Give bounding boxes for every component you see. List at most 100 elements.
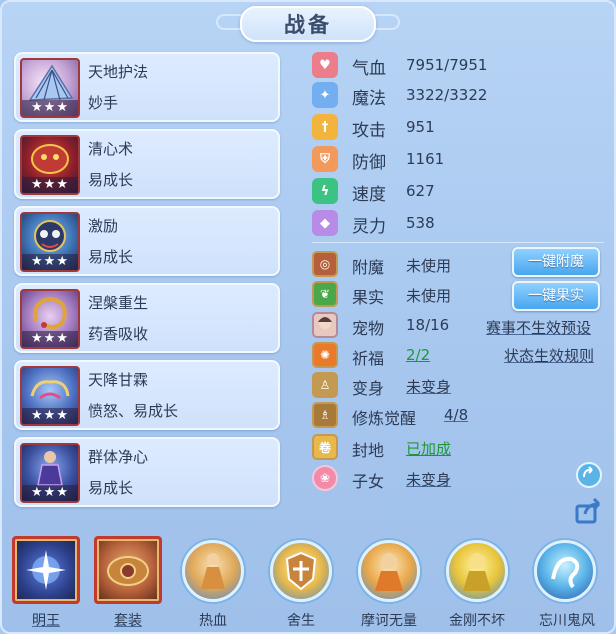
one-click-fruit-button[interactable]: 一键果实 (512, 281, 600, 311)
bottom-skill-label: 明王 (32, 613, 60, 629)
stat-row-hp: ♥ 气血 7951/7951 (308, 51, 608, 81)
stat-label: 魔法 (352, 89, 386, 109)
share-svg (575, 498, 601, 524)
enchant-scroll-icon: ◎ (312, 251, 338, 277)
skill-name: 天降甘霖 (88, 371, 149, 389)
fief-scroll-icon: 卷 (312, 434, 338, 460)
skill-name: 涅槃重生 (88, 294, 149, 312)
monk-icon[interactable] (358, 540, 420, 602)
golden-monk-svg (463, 553, 491, 591)
stat-row-attack: † 攻击 951 (308, 113, 608, 143)
lightning-icon: ϟ (312, 178, 338, 204)
demon-mask-icon-svg (34, 220, 66, 252)
armor-set-icon[interactable] (94, 536, 162, 604)
stat-label: 防御 (352, 153, 386, 173)
extra-row-awaken: ♗ 修炼觉醒 4/8 (308, 401, 608, 429)
demon-mask-icon: ★★★ (20, 212, 80, 272)
skill-stars: ★★★ (22, 177, 78, 193)
cloud-spiral-icon-svg (30, 380, 70, 400)
extra-value[interactable]: 未变身 (406, 469, 451, 490)
bottom-skill-label: 舍生 (287, 613, 315, 629)
fan-feather-icon-svg (28, 64, 74, 101)
heart-icon: ♥ (312, 52, 338, 78)
skill-card[interactable]: ★★★ 群体净心 易成长 (14, 437, 280, 507)
refresh-orb-icon[interactable] (574, 460, 604, 490)
extra-value: 18/16 (406, 316, 450, 334)
bottom-skill-label: 热血 (199, 613, 227, 629)
warrior-svg (201, 553, 225, 589)
pet-portrait-icon (312, 312, 338, 338)
extra-label: 子女 (352, 472, 385, 491)
skill-stars: ★★★ (22, 408, 78, 424)
skill-trait: 药香吸收 (88, 325, 149, 343)
extra-label: 果实 (352, 288, 385, 307)
armor-set-svg (107, 556, 149, 586)
bottom-skill-label: 忘川鬼风 (539, 613, 595, 629)
extra-value[interactable]: 未变身 (406, 376, 451, 397)
shield-icon: ⛨ (312, 146, 338, 172)
extra-label: 变身 (352, 379, 385, 398)
star-orb-icon[interactable] (12, 536, 80, 604)
extra-value: 未使用 (406, 257, 452, 275)
stat-label: 速度 (352, 185, 386, 205)
stat-row-speed: ϟ 速度 627 (308, 177, 608, 207)
skill-trait: 愤怒、易成长 (88, 402, 179, 420)
skill-card[interactable]: ★★★ 涅槃重生 药香吸收 (14, 283, 280, 353)
stat-value: 7951/7951 (406, 56, 488, 74)
extra-row-transform: ♙ 变身 未变身 (308, 371, 608, 399)
mana-crystal-icon: ✦ (312, 82, 338, 108)
spirit-diamond-icon: ◆ (312, 210, 338, 236)
cloud-spiral-icon: ★★★ (20, 366, 80, 426)
title-plate: 战备 (240, 6, 376, 42)
skill-name: 激励 (88, 217, 119, 235)
stat-row-defense: ⛨ 防御 1161 (308, 145, 608, 175)
skill-stars: ★★★ (22, 485, 78, 501)
star-orb-svg (26, 550, 66, 590)
stat-label: 攻击 (352, 121, 386, 141)
stat-label: 灵力 (352, 217, 386, 237)
skill-trait: 易成长 (88, 479, 134, 497)
extra-row-fief: 卷 封地 已加成 (308, 433, 608, 461)
lotus-icon: ❀ (312, 465, 338, 491)
cross-shield-svg (285, 551, 317, 591)
bottom-skill-label: 套装 (114, 613, 142, 629)
stat-value: 3322/3322 (406, 86, 488, 104)
guardian-figure-icon-svg (37, 451, 63, 486)
cross-shield-icon[interactable] (270, 540, 332, 602)
status-rules-link[interactable]: 状态生效规则 (504, 345, 594, 366)
extra-label: 附魔 (352, 258, 385, 277)
extra-value: 未使用 (406, 287, 452, 305)
ghost-wind-icon[interactable] (534, 540, 596, 602)
golden-monk-icon[interactable] (446, 540, 508, 602)
skill-card[interactable]: ★★★ 天地护法 妙手 (14, 52, 280, 122)
share-icon[interactable] (574, 496, 604, 526)
refresh-orb-svg (576, 462, 602, 488)
bottom-skill-label: 摩诃无量 (361, 613, 417, 629)
warrior-icon[interactable] (182, 540, 244, 602)
monk-svg (375, 553, 403, 591)
extra-label: 祈福 (352, 349, 385, 368)
bottom-skill-label: 金刚不坏 (449, 613, 505, 629)
skill-card[interactable]: ★★★ 天降甘霖 愤怒、易成长 (14, 360, 280, 430)
divider (312, 242, 604, 243)
skill-trait: 易成长 (88, 248, 134, 266)
one-click-enchant-button[interactable]: 一键附魔 (512, 247, 600, 277)
stat-value: 627 (406, 182, 435, 200)
extra-label: 宠物 (352, 319, 385, 338)
event-preset-link[interactable]: 赛事不生效预设 (486, 317, 591, 338)
transform-figure-icon: ♙ (312, 372, 338, 398)
stat-value: 1161 (406, 150, 445, 168)
pet-portrait-svg (318, 317, 332, 329)
sword-icon: † (312, 114, 338, 140)
skill-stars: ★★★ (22, 100, 78, 116)
extra-value[interactable]: 已加成 (406, 438, 451, 459)
awaken-figure-icon: ♗ (312, 402, 338, 428)
ghost-wind-svg (551, 556, 580, 589)
skill-card[interactable]: ★★★ 激励 易成长 (14, 206, 280, 276)
extra-value[interactable]: 2/2 (406, 346, 430, 364)
serpent-ring-icon-svg (33, 296, 67, 329)
extra-value[interactable]: 4/8 (444, 406, 468, 424)
dragon-mask-icon-svg (31, 144, 69, 174)
skill-card[interactable]: ★★★ 清心术 易成长 (14, 129, 280, 199)
stat-value: 538 (406, 214, 435, 232)
